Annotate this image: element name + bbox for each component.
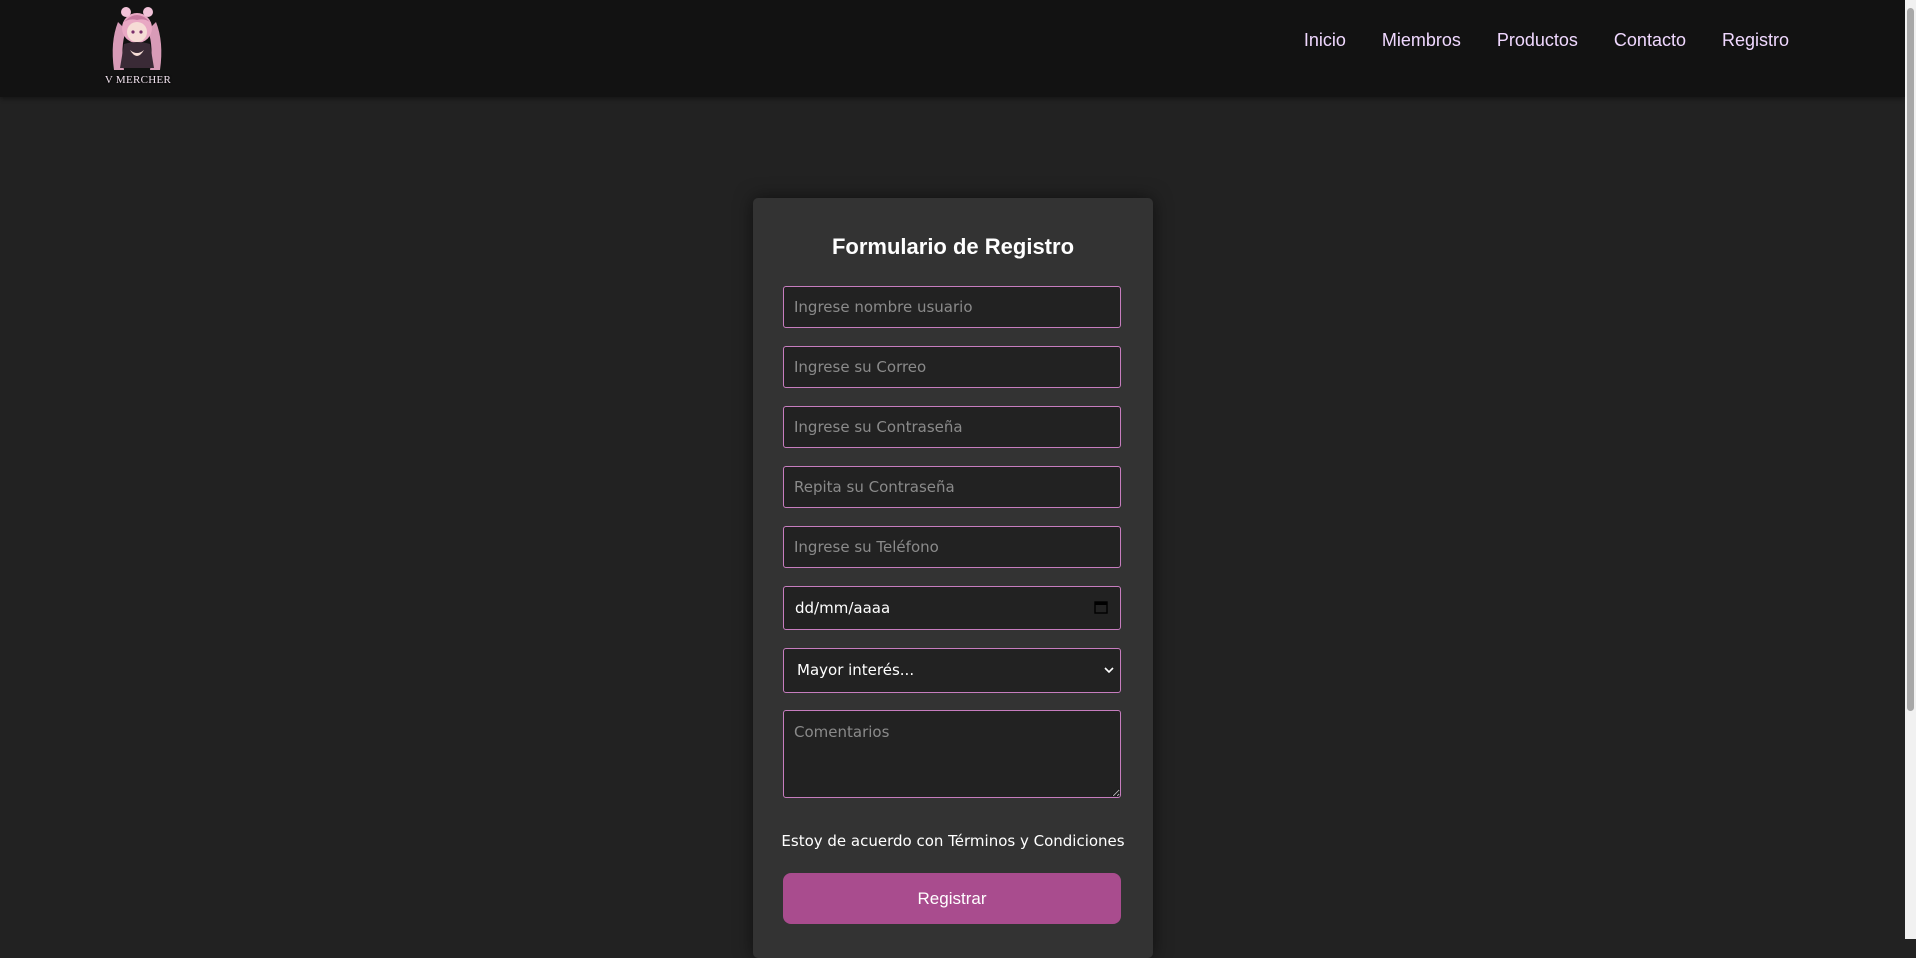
comments-textarea[interactable] <box>783 710 1121 798</box>
nav-registro[interactable]: Registro <box>1722 30 1789 51</box>
site-header: V MERCHER Inicio Miembros Productos Cont… <box>0 0 1905 97</box>
interest-selected-value: Mayor interés... <box>797 661 915 679</box>
page-scrollbar[interactable] <box>1905 0 1916 939</box>
main-nav: Inicio Miembros Productos Contacto Regis… <box>1268 30 1789 51</box>
scrollbar-thumb[interactable] <box>1907 8 1914 711</box>
logo-text: V MERCHER <box>104 74 172 86</box>
site-logo[interactable] <box>104 2 170 80</box>
nav-miembros[interactable]: Miembros <box>1382 30 1461 51</box>
repeat-password-input[interactable] <box>783 466 1121 508</box>
nav-inicio[interactable]: Inicio <box>1304 30 1346 51</box>
email-input[interactable] <box>783 346 1121 388</box>
nav-productos[interactable]: Productos <box>1497 30 1578 51</box>
nav-contacto[interactable]: Contacto <box>1614 30 1686 51</box>
password-input[interactable] <box>783 406 1121 448</box>
chevron-down-icon <box>1104 667 1114 674</box>
register-button[interactable]: Registrar <box>783 873 1121 924</box>
username-input[interactable] <box>783 286 1121 328</box>
phone-input[interactable] <box>783 526 1121 568</box>
calendar-icon[interactable] <box>1094 600 1108 614</box>
terms-label[interactable]: Estoy de acuerdo con Términos y Condicio… <box>753 832 1153 850</box>
interest-select[interactable]: Mayor interés... <box>783 648 1121 693</box>
date-value: dd/mm/aaaa <box>795 599 891 617</box>
birthdate-input[interactable]: dd/mm/aaaa <box>783 586 1121 630</box>
anime-girl-logo-icon <box>112 7 162 70</box>
form-title: Formulario de Registro <box>831 234 1075 259</box>
